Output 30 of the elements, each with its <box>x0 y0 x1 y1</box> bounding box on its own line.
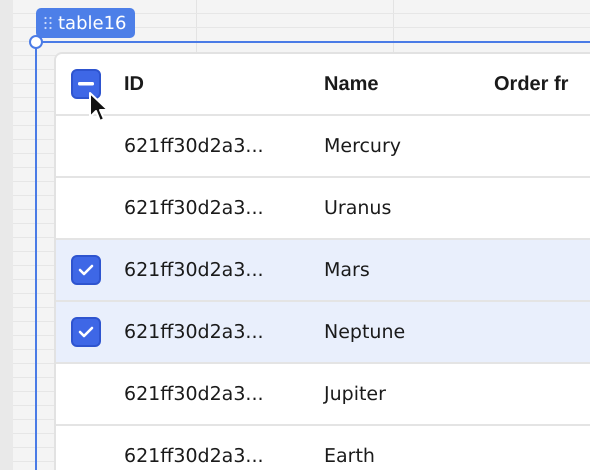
table-cell-text: Jupiter <box>324 383 387 405</box>
component-name: table16 <box>58 12 126 34</box>
table-row[interactable]: 621ff30d2a3... Mars <box>56 240 590 302</box>
check-icon <box>78 264 94 276</box>
component-label[interactable]: table16 <box>36 8 134 38</box>
table-row[interactable]: 621ff30d2a3... Earth <box>56 426 590 470</box>
table-cell-text: Mercury <box>324 135 402 157</box>
drag-handle-icon[interactable] <box>44 16 52 30</box>
column-header[interactable]: ID <box>124 72 324 96</box>
table-cell-text: 621ff30d2a3... <box>124 135 265 157</box>
table-cell-text: Neptune <box>324 321 406 343</box>
checkbox[interactable] <box>71 69 101 99</box>
checkbox[interactable] <box>71 255 101 285</box>
check-icon <box>78 326 94 338</box>
column-header[interactable]: Name <box>324 72 494 96</box>
table-cell-text: 621ff30d2a3... <box>124 321 265 343</box>
table-cell-text: Uranus <box>324 197 392 219</box>
minus-icon <box>78 82 94 86</box>
checkbox[interactable] <box>71 317 101 347</box>
table-cell-text: 621ff30d2a3... <box>124 259 265 281</box>
table-cell-text: Earth <box>324 445 376 467</box>
resize-handle[interactable] <box>29 35 43 49</box>
table-row[interactable]: 621ff30d2a3... Jupiter <box>56 364 590 426</box>
table-cell-text: 621ff30d2a3... <box>124 197 265 219</box>
table-cell-text: 621ff30d2a3... <box>124 383 265 405</box>
table-row[interactable]: 621ff30d2a3... Neptune <box>56 302 590 364</box>
table-row[interactable]: 621ff30d2a3... Mercury <box>56 116 590 178</box>
column-header[interactable]: Order fr <box>494 72 590 96</box>
table-cell-text: 621ff30d2a3... <box>124 445 265 467</box>
table-cell-text: Mars <box>324 259 371 281</box>
